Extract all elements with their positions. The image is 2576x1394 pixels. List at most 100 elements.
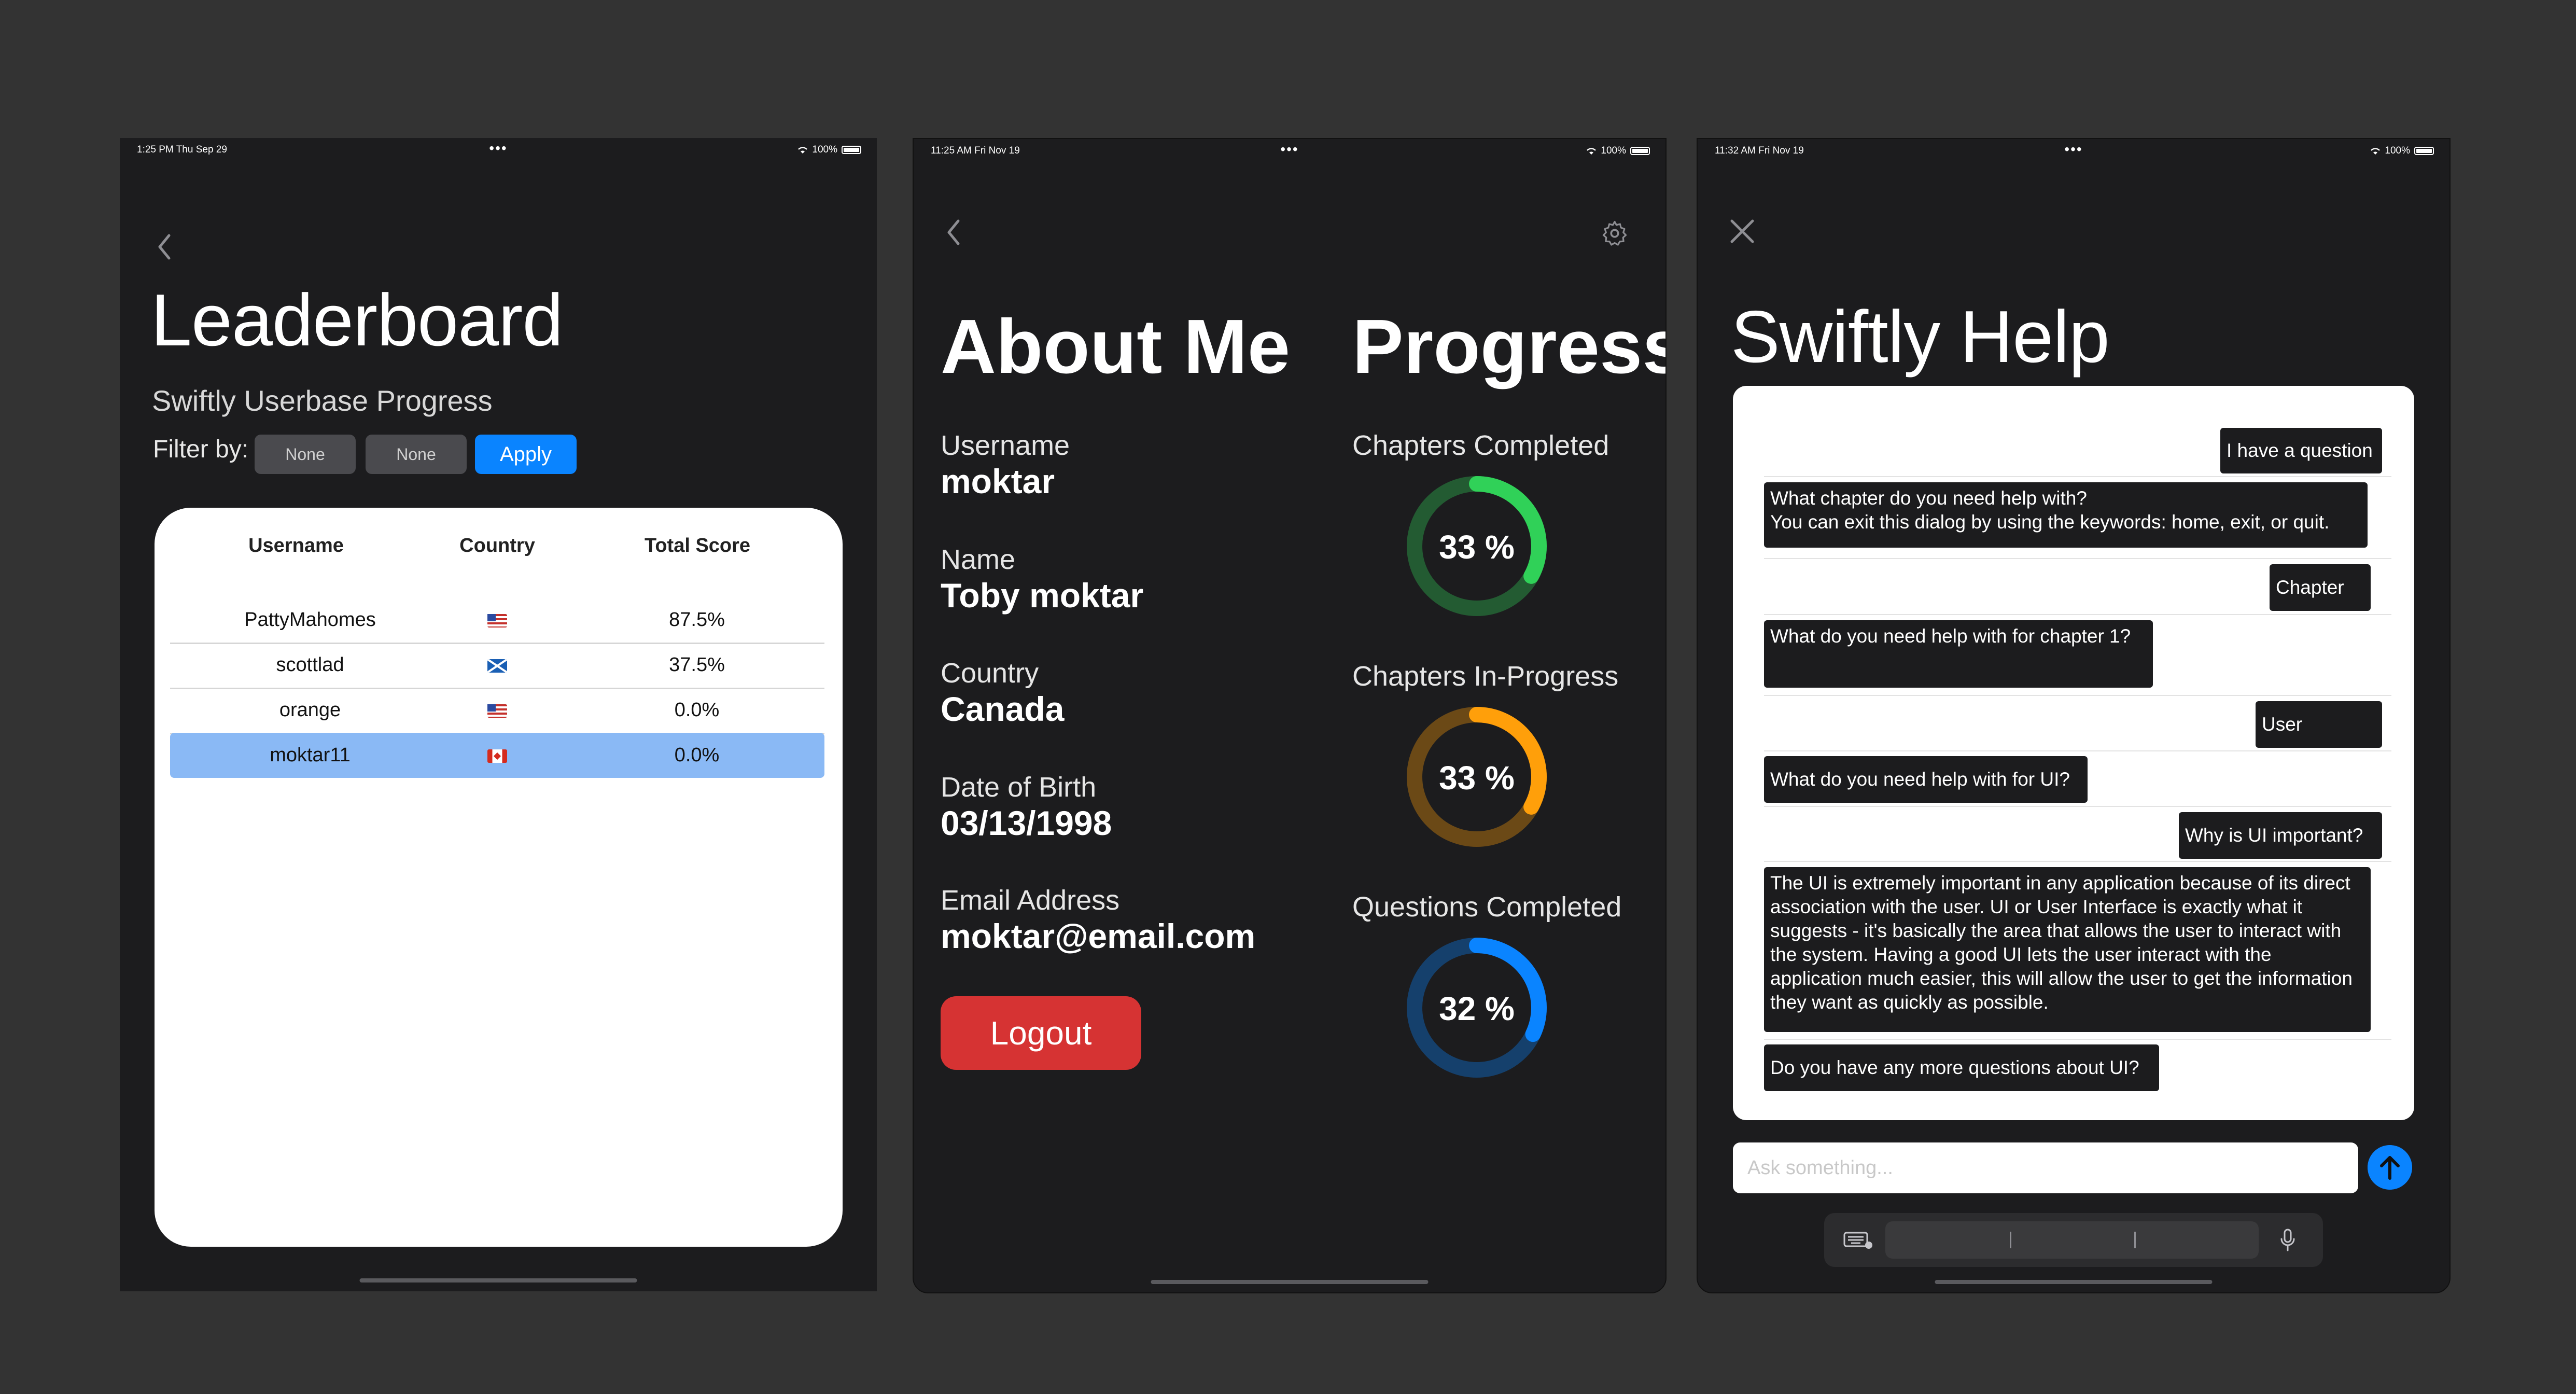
user-message: User Interface (2256, 701, 2382, 773)
message-divider (1764, 1039, 2391, 1040)
wifi-icon (798, 147, 808, 154)
status-bar: 11:25 AM Fri Nov 19 ••• 100% (914, 139, 1665, 165)
profile-screen: 11:25 AM Fri Nov 19 ••• 100% About Me Pr… (913, 138, 1667, 1293)
bot-message: What do you need help with for UI? (1764, 756, 2088, 803)
column-header-country: Country (459, 535, 535, 556)
row-country (419, 733, 575, 778)
predictive-bar[interactable] (1885, 1221, 2259, 1259)
row-score: 0.0% (674, 699, 720, 721)
chapters-in-progress-value: 33 % (1439, 759, 1515, 797)
row-score: 87.5% (669, 609, 725, 631)
settings-gear-icon[interactable] (1601, 219, 1629, 247)
questions-completed-label: Questions Completed (1352, 891, 1622, 923)
status-right: 100% (1586, 145, 1650, 157)
bot-message: The UI is extremely important in any app… (1764, 867, 2371, 1032)
home-indicator[interactable] (1151, 1280, 1429, 1284)
dob-label: Date of Birth (941, 772, 1097, 803)
bot-message: What do you need help with for chapter 1… (1764, 620, 2153, 688)
email-label: Email Address (941, 885, 1120, 916)
chapters-completed-label: Chapters Completed (1352, 430, 1609, 461)
leaderboard-screen: 1:25 PM Thu Sep 29 ••• 100% Leaderboard … (120, 138, 877, 1291)
email-value: moktar@email.com (941, 917, 1256, 955)
table-row[interactable]: PattyMahomes 87.5% (170, 597, 824, 644)
row-username: PattyMahomes (244, 609, 376, 631)
microphone-icon[interactable] (2278, 1228, 2297, 1252)
apply-button[interactable]: Apply (475, 435, 577, 474)
scotland-flag-icon (487, 659, 507, 673)
bot-message: Do you have any more questions about UI? (1764, 1044, 2159, 1091)
wifi-icon (2371, 148, 2381, 155)
battery-icon (842, 146, 861, 154)
message-divider (1764, 695, 2391, 696)
multitask-dots[interactable]: ••• (1280, 141, 1298, 158)
user-message: I have a question (2220, 428, 2382, 473)
battery-percent: 100% (812, 144, 837, 155)
row-country (419, 597, 575, 643)
message-divider (1764, 558, 2391, 559)
username-label: Username (941, 430, 1070, 461)
status-time: 11:25 AM Fri Nov 19 (931, 145, 1020, 156)
filter-select-2[interactable]: None (366, 435, 467, 474)
filter-select-1[interactable]: None (255, 435, 356, 474)
multitask-dots[interactable]: ••• (2064, 141, 2082, 158)
back-chevron-icon[interactable] (155, 231, 175, 262)
status-bar: 11:32 AM Fri Nov 19 ••• 100% (1698, 139, 2449, 165)
row-username: moktar11 (270, 744, 351, 766)
chapters-in-progress-label: Chapters In-Progress (1352, 661, 1619, 692)
message-divider (1764, 476, 2391, 477)
status-time: 1:25 PM Thu Sep 29 (137, 144, 227, 155)
message-input[interactable]: Ask something... (1733, 1142, 2358, 1193)
row-score: 37.5% (669, 654, 725, 676)
send-arrow-icon[interactable] (2368, 1145, 2412, 1190)
page-subtitle: Swiftly Userbase Progress (152, 384, 493, 417)
country-value: Canada (941, 690, 1065, 728)
home-indicator[interactable] (1935, 1280, 2213, 1284)
wifi-icon (1587, 148, 1597, 155)
battery-icon (2414, 147, 2434, 155)
leaderboard-table: Username Country Total Score PattyMahome… (155, 508, 843, 1247)
row-username: scottlad (276, 654, 344, 676)
row-score: 0.0% (674, 744, 720, 766)
us-flag-icon (487, 614, 507, 628)
battery-icon (1630, 147, 1650, 155)
table-row-selected[interactable]: moktar11 0.0% (170, 733, 824, 778)
canada-flag-icon (487, 749, 507, 763)
us-flag-icon (487, 704, 507, 718)
bot-message-line: You can exit this dialog by using the ke… (1770, 511, 2330, 533)
column-header-username: Username (248, 535, 344, 556)
help-chat-screen: 11:32 AM Fri Nov 19 ••• 100% Swiftly Hel… (1697, 138, 2451, 1293)
chat-transcript[interactable]: I have a question What chapter do you ne… (1733, 386, 2414, 1120)
status-bar: 1:25 PM Thu Sep 29 ••• 100% (120, 138, 877, 164)
battery-percent: 100% (1601, 145, 1626, 156)
page-title: Leaderboard (151, 279, 563, 361)
filter-label: Filter by: (153, 436, 249, 463)
dob-value: 03/13/1998 (941, 804, 1112, 842)
back-chevron-icon[interactable] (944, 217, 964, 248)
table-row[interactable]: orange 0.0% (170, 688, 824, 734)
name-label: Name (941, 544, 1016, 575)
username-value: moktar (941, 462, 1055, 500)
status-right: 100% (797, 144, 861, 156)
keyboard-shortcut-bar (1824, 1213, 2323, 1267)
row-country (419, 643, 575, 688)
multitask-dots[interactable]: ••• (489, 140, 507, 157)
progress-title: Progress (1352, 304, 1667, 389)
table-row[interactable]: scottlad 37.5% (170, 643, 824, 689)
close-icon[interactable] (1727, 216, 1758, 247)
home-indicator[interactable] (359, 1278, 637, 1283)
message-divider (1764, 806, 2391, 807)
chapters-completed-value: 33 % (1439, 528, 1515, 566)
bot-message: What chapter do you need help with? You … (1764, 482, 2368, 548)
country-label: Country (941, 658, 1039, 689)
row-username: orange (279, 699, 341, 721)
page-title: Swiftly Help (1731, 296, 2110, 378)
divider (2134, 1232, 2136, 1248)
name-value: Toby moktar (941, 576, 1144, 615)
keyboard-icon[interactable] (1843, 1230, 1873, 1250)
logout-button[interactable]: Logout (941, 996, 1141, 1070)
status-right: 100% (2370, 145, 2434, 157)
message-divider (1764, 614, 2391, 615)
about-title: About Me (941, 304, 1291, 389)
user-message: Why is UI important? (2179, 812, 2382, 859)
column-header-score: Total Score (644, 535, 751, 556)
